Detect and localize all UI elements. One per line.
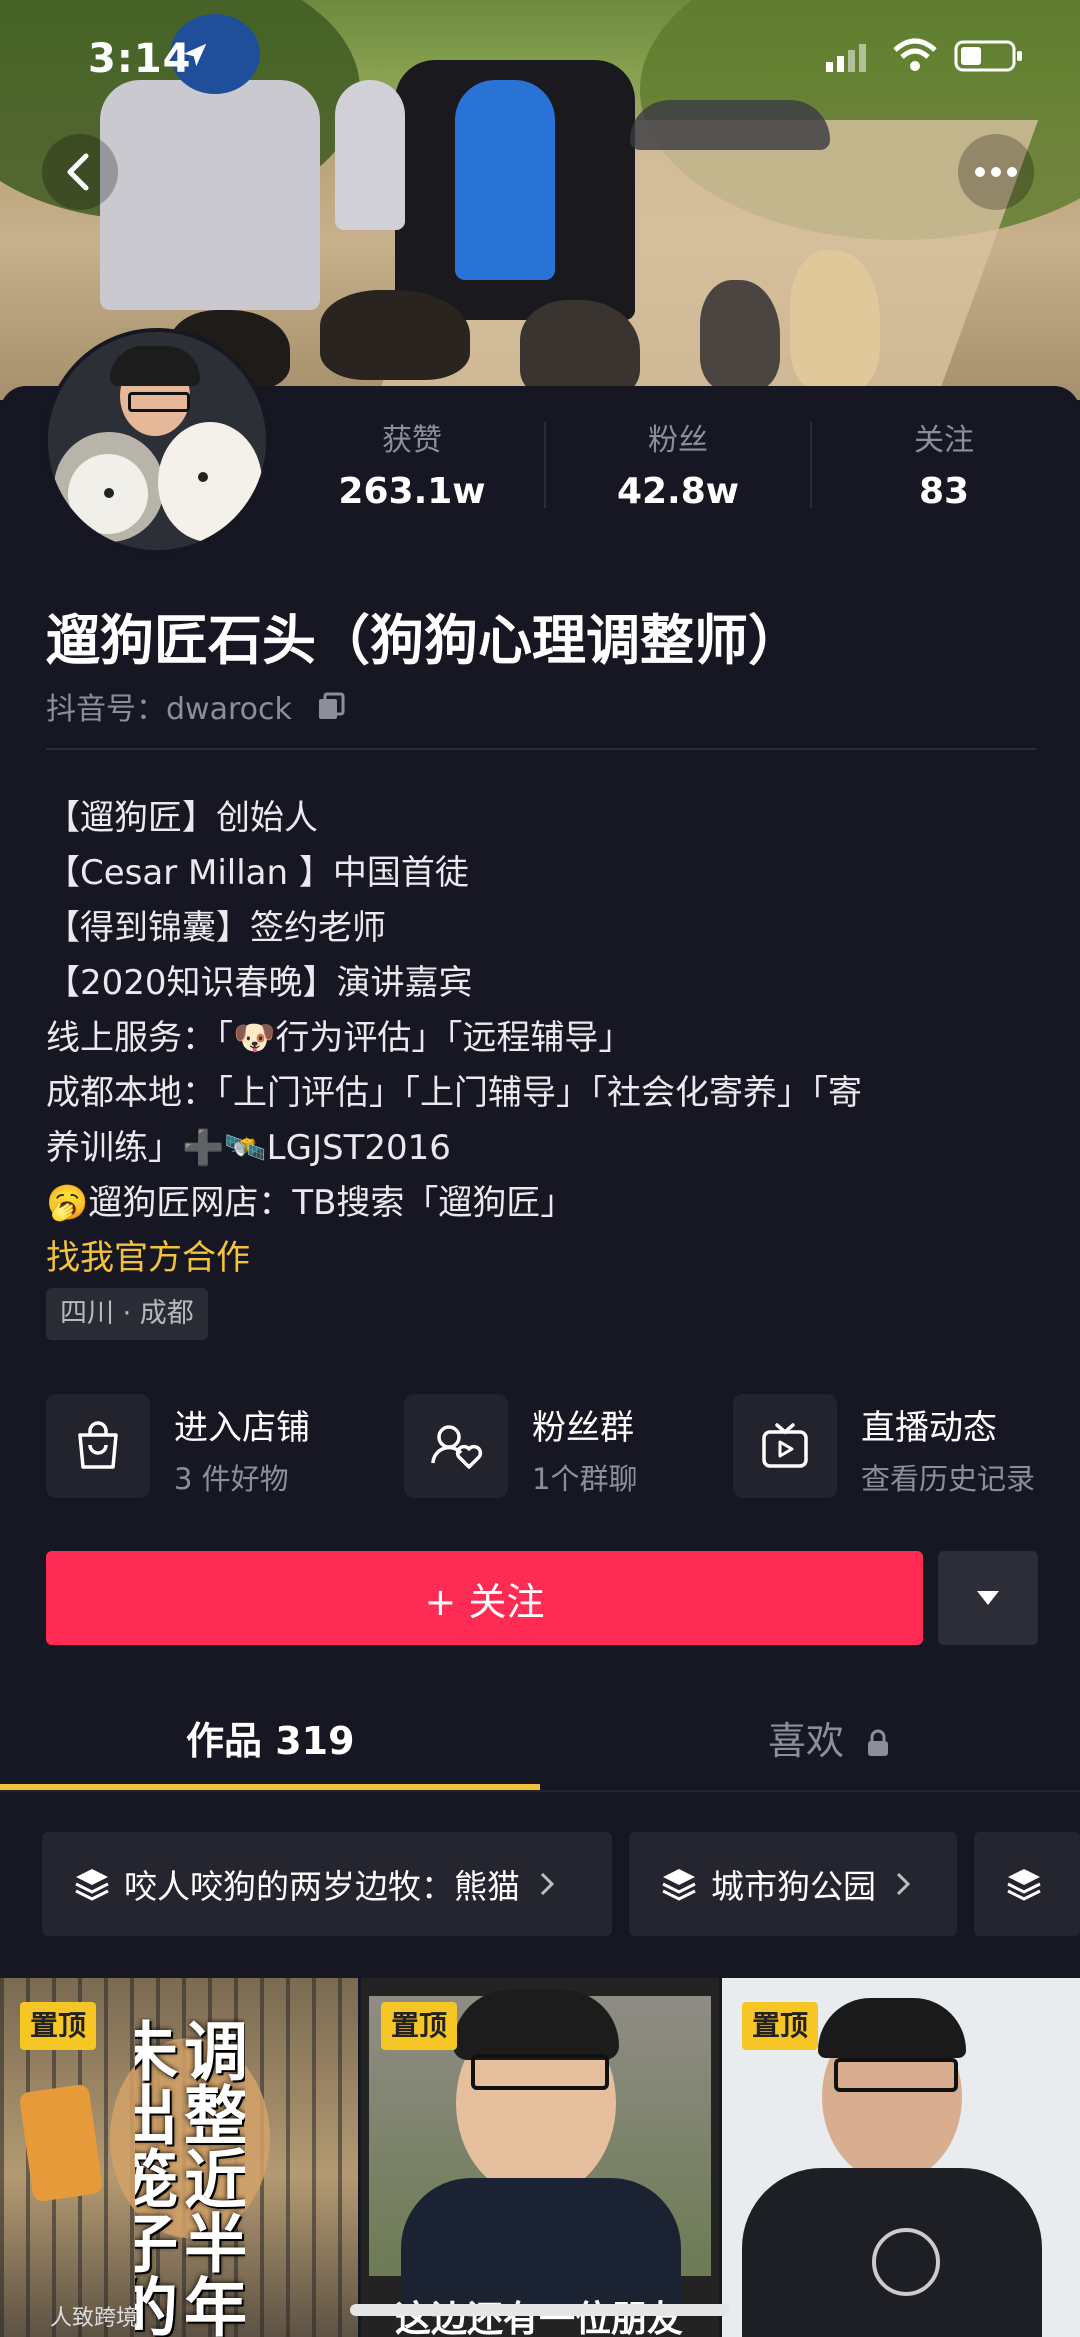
status-time: 3:14 [88,36,192,82]
video-thumbnail[interactable]: 置顶 这边还有一位朋友 [361,1978,719,2337]
location-arrow-icon [180,40,210,74]
collection-label: 咬人咬狗的两岁边牧：熊猫 [124,1867,520,1906]
bio-line: 成都本地：「上门评估」「上门辅导」「社会化寄养」「寄 [46,1073,862,1113]
collection-label: 城市狗公园 [711,1867,876,1906]
stat-divider [544,422,546,508]
stat-value: 263.1w [338,471,486,512]
divider [0,1790,1080,1792]
tab-label: 喜欢 [768,1719,845,1763]
video-overlay-text: 调整近半年 未出笼子的狗 [135,2018,245,2337]
signal-icon [826,42,870,76]
collection-chip[interactable]: 城市狗公园 [629,1832,957,1936]
chevron-right-icon [540,1872,555,1896]
stat-divider [810,422,812,508]
collection-chip-partial[interactable] [974,1832,1080,1936]
fan-group-icon [404,1394,508,1498]
feature-subtitle: 1个群聊 [532,1462,638,1496]
douyin-id-text: 抖音号：dwarock [46,692,292,727]
video-thumbnail[interactable]: 置顶 调整近半年 未出笼子的狗 人致跨境 [0,1978,358,2337]
official-cooperation-link[interactable]: 找我官方合作 [46,1230,250,1279]
live-tv-icon [733,1394,837,1498]
bio-line: 【2020知识春晚】演讲嘉宾 [46,963,473,1003]
bio-line: 养训练」➕🛰️LGJST2016 [46,1128,451,1168]
pinned-badge: 置顶 [381,2002,458,2050]
back-button[interactable] [42,134,118,210]
copy-icon[interactable] [315,691,347,731]
shopping-bag-icon [46,1394,150,1498]
layers-icon [75,1869,109,1901]
more-options-button[interactable] [958,134,1034,210]
feature-title: 直播动态 [861,1408,997,1448]
home-indicator[interactable] [350,2304,730,2316]
profile-name: 遛狗匠石头（狗狗心理调整师） [46,609,802,672]
stat-following[interactable]: 关注 83 [844,415,1044,512]
tab-likes[interactable]: 喜欢 [768,1710,890,1766]
stat-label: 获赞 [382,423,442,458]
lock-icon [866,1722,890,1766]
stat-value: 42.8w [616,471,740,512]
stat-value: 83 [918,471,970,512]
battery-icon [954,40,1024,76]
douyin-id: 抖音号：dwarock [46,684,347,731]
feature-title: 粉丝群 [532,1408,634,1448]
feature-subtitle: 查看历史记录 [861,1462,1036,1496]
location-tag: 四川 · 成都 [46,1288,208,1340]
bio-line: 🥱遛狗匠网店：TB搜索「遛狗匠」 [46,1183,575,1223]
bio-line: 【遛狗匠】创始人 [46,798,318,838]
divider [46,748,1036,750]
stat-fans[interactable]: 粉丝 42.8w [578,415,778,512]
wifi-icon [893,38,937,76]
bio-line: 【得到锦囊】签约老师 [46,908,386,948]
stat-label: 粉丝 [648,423,708,458]
layers-icon [1007,1869,1041,1901]
tab-works[interactable]: 作品 319 [186,1710,355,1765]
follow-button[interactable]: + 关注 [46,1551,923,1645]
stat-likes[interactable]: 获赞 263.1w [312,415,512,512]
video-thumbnail[interactable]: 置顶 [722,1978,1080,2337]
avatar[interactable] [44,328,270,554]
bio-line: 【Cesar Millan 】中国首徒 [46,853,469,893]
dropdown-triangle-icon [977,1591,999,1605]
feature-title: 进入店铺 [174,1408,310,1448]
pinned-badge: 置顶 [742,2002,819,2050]
chevron-right-icon [896,1872,911,1896]
stat-label: 关注 [914,423,974,458]
feature-subtitle: 3 件好物 [174,1462,289,1496]
more-dots-icon [975,167,1017,177]
bio-line: 线上服务：「🐶行为评估」「远程辅导」 [46,1018,633,1058]
watermark: 人致跨境 [50,2306,139,2331]
follow-more-button[interactable] [938,1551,1038,1645]
layers-icon [662,1869,696,1901]
back-arrow-icon [67,153,89,191]
collection-chip[interactable]: 咬人咬狗的两岁边牧：熊猫 [42,1832,612,1936]
tab-label: 作品 319 [186,1719,355,1763]
pinned-badge: 置顶 [20,2002,97,2050]
